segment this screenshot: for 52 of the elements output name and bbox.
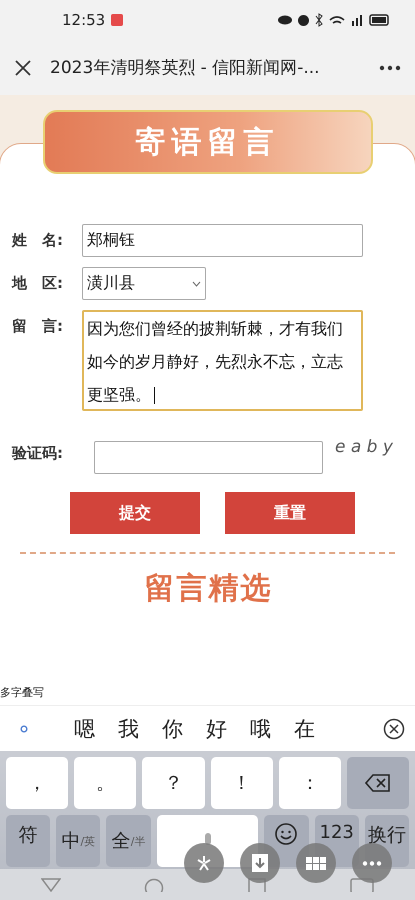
- message-field[interactable]: 因为您们曾经的披荆斩棘，才有我们如今的岁月静好，先烈永不忘，立志更坚强。: [82, 310, 363, 411]
- notification-icon: [111, 14, 124, 26]
- keyboard-key[interactable]: ：: [278, 757, 341, 809]
- keyboard-key[interactable]: ！: [210, 757, 273, 809]
- candidate-word[interactable]: 好: [206, 714, 227, 742]
- keyboard-key[interactable]: 全/半: [106, 815, 151, 867]
- wifi-icon: [329, 15, 345, 25]
- backspace-key[interactable]: [346, 757, 410, 809]
- region-dropdown[interactable]: 潢川县: [82, 267, 206, 300]
- download-icon: [252, 854, 268, 872]
- keyboard-key[interactable]: ？: [142, 757, 205, 809]
- bluetooth-icon: [315, 13, 323, 27]
- more-icon: [362, 860, 382, 866]
- text-caret: [154, 387, 155, 404]
- grid-icon: [306, 856, 326, 870]
- candidate-word[interactable]: 我: [118, 714, 139, 742]
- reset-button[interactable]: 重置: [225, 492, 355, 534]
- battery-icon: [369, 14, 389, 26]
- keyboard-key[interactable]: 中/英: [56, 815, 100, 867]
- smiley-icon: [274, 822, 298, 846]
- key-sublabel: /半: [130, 834, 146, 848]
- submit-button[interactable]: 提交: [70, 492, 200, 534]
- field-label: 姓 名:: [12, 230, 64, 250]
- page-title: 2023年清明祭英烈 - 信阳新闻网-...: [50, 57, 321, 79]
- field-label: 验证码:: [12, 443, 64, 463]
- keyboard-key[interactable]: ，: [6, 757, 68, 809]
- close-icon[interactable]: [383, 718, 405, 740]
- candidate-word[interactable]: 嗯: [74, 714, 95, 742]
- signal-icon: [351, 14, 363, 26]
- candidate-word[interactable]: 在: [294, 714, 315, 742]
- back-icon: [41, 878, 62, 892]
- chevron-down-icon: [192, 280, 201, 286]
- clock: 12:53: [62, 11, 106, 29]
- sparkle-icon: [195, 854, 213, 872]
- captcha-code: e a b y: [335, 437, 393, 457]
- banner-title: 寄语留言: [42, 110, 372, 174]
- key-sublabel: /英: [80, 834, 96, 848]
- home-icon: [144, 878, 164, 892]
- candidate-word[interactable]: 哦: [250, 714, 271, 742]
- section-title: 留言精选: [144, 570, 272, 608]
- name-field[interactable]: 郑桐钰: [82, 224, 363, 257]
- ring-icon: [20, 724, 28, 732]
- keyboard-key[interactable]: 符: [6, 815, 50, 867]
- field-label: 地 区:: [12, 273, 64, 293]
- backspace-icon: [364, 774, 391, 792]
- more-icon[interactable]: [379, 64, 401, 70]
- field-label: 留 言:: [12, 316, 64, 336]
- close-icon[interactable]: [14, 58, 32, 76]
- candidate-word[interactable]: 你: [162, 714, 183, 742]
- input-mode-hint: 多字叠写: [0, 685, 45, 701]
- keyboard-key[interactable]: 。: [74, 757, 136, 809]
- captcha-field[interactable]: [94, 441, 323, 474]
